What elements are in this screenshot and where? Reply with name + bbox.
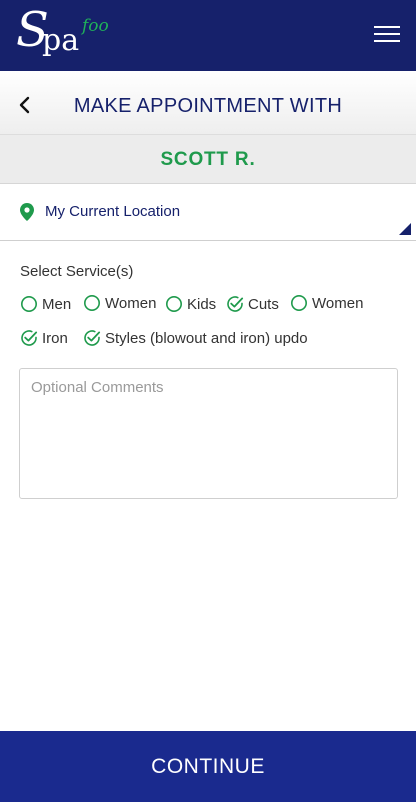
continue-button[interactable]: CONTINUE bbox=[0, 731, 416, 802]
dropdown-corner-icon bbox=[399, 223, 411, 235]
service-option-kids[interactable]: Kids bbox=[165, 295, 216, 313]
service-option-label: Cuts bbox=[248, 295, 279, 313]
page-title: MAKE APPOINTMENT WITH bbox=[73, 95, 343, 117]
map-pin-icon bbox=[20, 203, 34, 226]
subheader: MAKE APPOINTMENT WITH bbox=[0, 71, 416, 135]
service-option-label: Kids bbox=[187, 295, 217, 313]
provider-bar: SCOTT R. bbox=[0, 135, 416, 184]
service-option-women[interactable]: Women bbox=[83, 294, 156, 312]
top-bar: S pa foo bbox=[0, 0, 416, 71]
service-option-label: Women bbox=[312, 294, 364, 312]
location-label: My Current Location bbox=[45, 203, 181, 220]
service-option-label: Women bbox=[105, 294, 157, 312]
radio-unchecked-icon bbox=[84, 295, 100, 311]
service-option-women-2[interactable]: Women bbox=[290, 294, 363, 312]
radio-unchecked-icon bbox=[21, 296, 37, 312]
service-option-iron[interactable]: Iron bbox=[20, 329, 68, 347]
check-circle-icon bbox=[21, 330, 38, 346]
service-option-styles[interactable]: Styles (blowout and iron) updo bbox=[83, 329, 308, 347]
spafoo-logo[interactable]: S pa foo bbox=[16, 6, 116, 62]
service-option-label: Men bbox=[42, 295, 72, 313]
service-option-cuts[interactable]: Cuts bbox=[226, 295, 279, 313]
services-heading: Select Service(s) bbox=[20, 263, 134, 280]
check-circle-icon bbox=[227, 296, 244, 312]
check-circle-icon bbox=[84, 330, 101, 346]
provider-name: SCOTT R. bbox=[160, 149, 256, 170]
optional-comments-field[interactable] bbox=[19, 368, 398, 499]
service-option-men[interactable]: Men bbox=[20, 295, 71, 313]
radio-unchecked-icon bbox=[291, 295, 307, 311]
service-option-label: Styles (blowout and iron) updo bbox=[105, 329, 308, 347]
hamburger-menu-icon[interactable] bbox=[374, 24, 400, 44]
service-option-label: Iron bbox=[42, 329, 68, 347]
location-select[interactable]: My Current Location bbox=[0, 184, 416, 241]
radio-unchecked-icon bbox=[166, 296, 182, 312]
